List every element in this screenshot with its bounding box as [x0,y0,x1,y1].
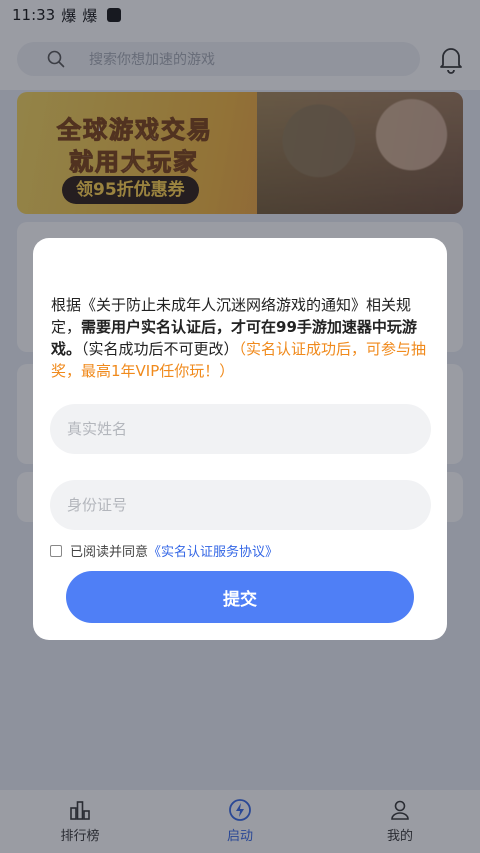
agreement-link[interactable]: 《实名认证服务协议》 [148,541,278,560]
agreement-checkbox[interactable] [50,544,62,557]
verification-notice: 根据《关于防止未成年人沉迷网络游戏的通知》相关规定，需要用户实名认证后，才可在9… [51,294,431,382]
real-name-verification-dialog: 根据《关于防止未成年人沉迷网络游戏的通知》相关规定，需要用户实名认证后，才可在9… [33,238,447,640]
id-number-input[interactable] [50,480,431,530]
agreement-row: 已阅读并同意 《实名认证服务协议》 [50,541,278,560]
notice-unchangeable-text: （实名成功后不可更改） [81,340,239,358]
agreement-text: 已阅读并同意 [70,545,149,560]
real-name-input[interactable] [50,404,431,454]
submit-button[interactable]: 提交 [66,571,414,623]
